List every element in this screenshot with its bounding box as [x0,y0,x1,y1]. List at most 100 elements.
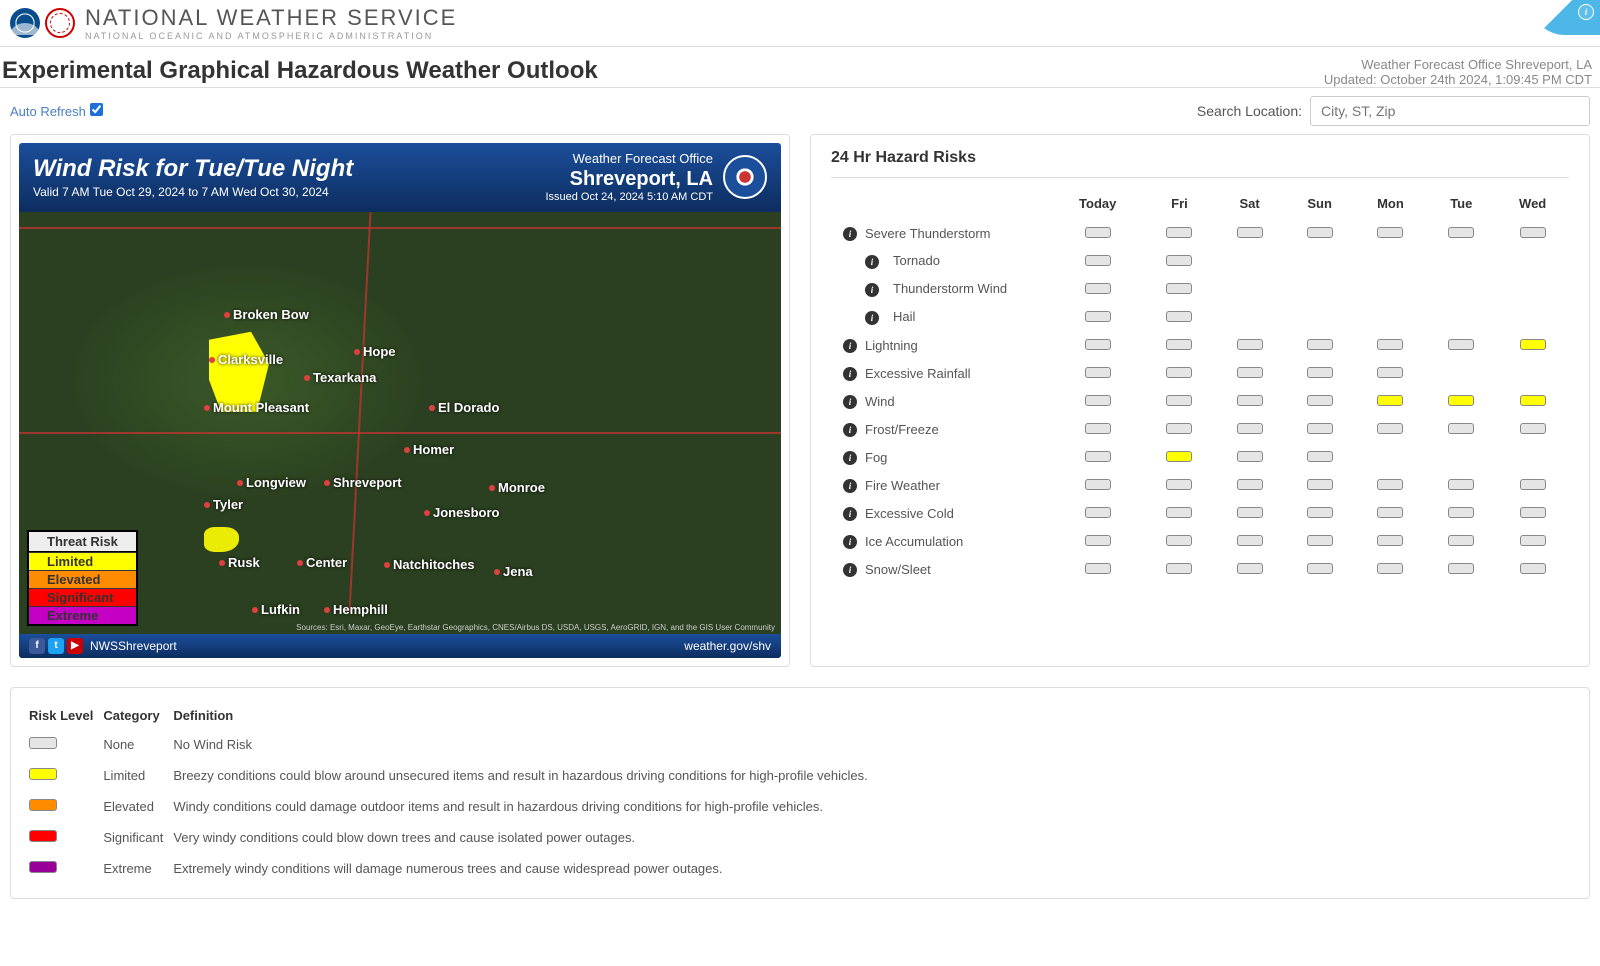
risk-pill[interactable] [1085,535,1111,546]
noaa-logo-icon[interactable] [10,8,40,38]
risk-pill[interactable] [1307,395,1333,406]
info-icon[interactable]: i [843,563,857,577]
risk-pill[interactable] [1377,479,1403,490]
risk-pill[interactable] [1520,339,1546,350]
risk-pill[interactable] [1448,535,1474,546]
risk-pill[interactable] [1166,507,1192,518]
risk-pill[interactable] [1448,563,1474,574]
risk-pill[interactable] [1166,563,1192,574]
risk-pill[interactable] [1166,535,1192,546]
risk-pill[interactable] [1085,283,1111,294]
accessibility-icon[interactable]: i [1578,4,1594,20]
risk-pill[interactable] [1520,395,1546,406]
info-icon[interactable]: i [843,339,857,353]
risk-pill[interactable] [1377,367,1403,378]
info-icon[interactable]: i [843,479,857,493]
risk-pill[interactable] [1520,227,1546,238]
risk-pill[interactable] [1307,479,1333,490]
risk-pill[interactable] [1237,367,1263,378]
risk-pill[interactable] [1237,507,1263,518]
risk-pill[interactable] [1448,395,1474,406]
auto-refresh-toggle[interactable]: Auto Refresh [10,103,103,119]
risk-pill[interactable] [1166,479,1192,490]
risk-pill[interactable] [1237,339,1263,350]
risk-pill[interactable] [1085,451,1111,462]
risk-pill[interactable] [1166,283,1192,294]
info-icon[interactable]: i [843,423,857,437]
info-icon[interactable]: i [843,367,857,381]
info-icon[interactable]: i [843,227,857,241]
info-icon[interactable]: i [843,507,857,521]
map-body[interactable]: Broken BowClarksvilleHopeTexarkanaMount … [19,212,781,634]
risk-pill[interactable] [1377,535,1403,546]
risk-pill[interactable] [1448,423,1474,434]
info-icon[interactable]: i [843,535,857,549]
risk-pill[interactable] [1085,311,1111,322]
risk-pill[interactable] [1520,507,1546,518]
risk-pill[interactable] [1237,535,1263,546]
facebook-icon[interactable]: f [29,638,45,654]
risk-pill[interactable] [1166,311,1192,322]
risk-pill[interactable] [1377,563,1403,574]
risk-pill[interactable] [1307,367,1333,378]
risk-pill[interactable] [1307,507,1333,518]
risk-pill[interactable] [1448,507,1474,518]
risk-pill[interactable] [1377,507,1403,518]
map-office-city: Shreveport, LA [545,167,713,191]
info-icon[interactable]: i [865,311,879,325]
risk-pill[interactable] [1377,339,1403,350]
youtube-icon[interactable]: ▶ [67,638,83,654]
risk-pill[interactable] [1307,423,1333,434]
risk-pill[interactable] [1448,339,1474,350]
risk-pill[interactable] [1166,367,1192,378]
risk-pill[interactable] [1237,395,1263,406]
risk-pill[interactable] [1307,227,1333,238]
risk-pill[interactable] [1307,451,1333,462]
risk-pill[interactable] [1520,479,1546,490]
risk-pill[interactable] [1085,395,1111,406]
risk-pill[interactable] [1448,227,1474,238]
risk-pill[interactable] [1166,227,1192,238]
risk-pill[interactable] [1307,339,1333,350]
risk-pill[interactable] [1166,255,1192,266]
auto-refresh-checkbox[interactable] [90,103,103,116]
risk-pill[interactable] [1085,479,1111,490]
city-label: Lufkin [252,602,300,617]
risk-pill[interactable] [1085,227,1111,238]
risk-pill[interactable] [1237,451,1263,462]
risk-pill[interactable] [1085,563,1111,574]
risk-pill[interactable] [1307,563,1333,574]
day-header: Wed [1496,188,1569,219]
risk-pill[interactable] [1237,563,1263,574]
info-icon[interactable]: i [843,395,857,409]
twitter-icon[interactable]: t [48,638,64,654]
risk-pill[interactable] [1377,423,1403,434]
risk-pill[interactable] [1520,423,1546,434]
risk-pill[interactable] [1166,395,1192,406]
info-icon[interactable]: i [865,255,879,269]
risk-pill[interactable] [1166,451,1192,462]
risk-pill[interactable] [1085,423,1111,434]
risk-pill[interactable] [1448,479,1474,490]
risk-pill[interactable] [1307,535,1333,546]
risk-pill[interactable] [1520,563,1546,574]
info-icon[interactable]: i [865,283,879,297]
risk-pill[interactable] [1237,227,1263,238]
nws-logo-icon[interactable] [45,8,75,38]
risk-pill[interactable] [1166,339,1192,350]
risk-pill[interactable] [1085,507,1111,518]
risk-pill[interactable] [1085,255,1111,266]
risk-pill[interactable] [1377,395,1403,406]
risk-pill[interactable] [1520,535,1546,546]
search-input[interactable] [1310,96,1590,126]
map-issued: Issued Oct 24, 2024 5:10 AM CDT [545,191,713,204]
risk-pill[interactable] [1237,423,1263,434]
legend-row: NoneNo Wind Risk [29,729,878,760]
risk-pill[interactable] [1166,423,1192,434]
risk-pill[interactable] [1085,367,1111,378]
info-icon[interactable]: i [843,451,857,465]
legend-row: ElevatedWindy conditions could damage ou… [29,791,878,822]
risk-pill[interactable] [1085,339,1111,350]
risk-pill[interactable] [1377,227,1403,238]
risk-pill[interactable] [1237,479,1263,490]
